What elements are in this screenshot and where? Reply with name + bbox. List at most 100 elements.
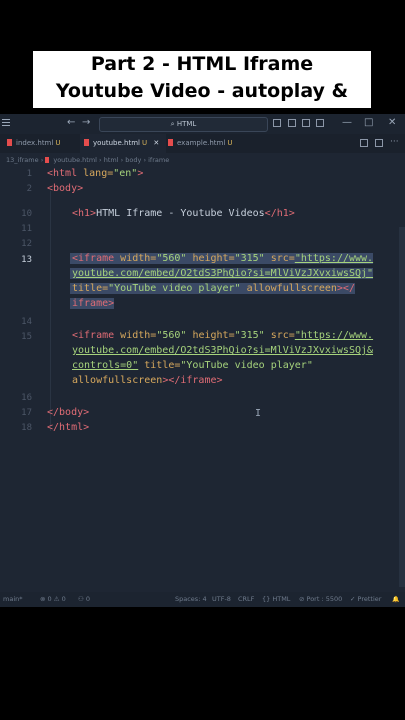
code-token: "315" (234, 330, 265, 341)
compare-icon[interactable] (360, 139, 368, 147)
code-token: lang= (77, 168, 114, 179)
layout-sidebar-icon[interactable] (273, 119, 281, 127)
code-token: <body> (47, 183, 84, 194)
editor-tab-bar: index.html U youtube.html U ✕ example.html… (0, 134, 405, 153)
line-number: 14 (21, 317, 32, 327)
code-token: "560" (156, 253, 187, 264)
code-line: youtube.com/embed/O2tdS3PhQio?si=MlViVzJ… (72, 345, 373, 356)
code-line: allowfullscreen></iframe> (72, 375, 223, 386)
command-search-input[interactable]: ⌕ HTML (99, 117, 268, 132)
code-token: src= (264, 253, 295, 264)
code-line-selected: title="YouTube video player" allowfullsc… (70, 283, 355, 294)
code-token: title= (72, 283, 109, 294)
git-branch[interactable]: main* (3, 592, 23, 607)
tab-example-html[interactable]: example.html U (166, 134, 248, 153)
layout-sidebar-right-icon[interactable] (302, 119, 310, 127)
code-line: </body> (47, 407, 89, 418)
code-token: </body> (47, 407, 90, 418)
text-cursor-icon: I (255, 408, 262, 419)
breadcrumb-body[interactable]: body (125, 156, 141, 164)
caption-line-1: Part 2 - HTML Iframe (90, 53, 314, 75)
code-token: <html (47, 168, 78, 179)
code-token: "315" (234, 253, 265, 264)
code-token: allowfullscreen (72, 375, 163, 386)
encoding-status[interactable]: UTF-8 (212, 592, 231, 607)
code-token: "YouTube video player" (180, 360, 313, 371)
close-tab-icon[interactable]: ✕ (153, 139, 159, 147)
code-token: ></iframe> (162, 375, 223, 386)
tab-label: index.html (16, 139, 54, 147)
maximize-button[interactable]: □ (364, 117, 373, 129)
tab-youtube-html[interactable]: youtube.html U ✕ (80, 134, 166, 153)
code-token: allowfullscreen (240, 283, 337, 294)
code-token: <iframe (72, 330, 115, 341)
breadcrumb-iframe[interactable]: iframe (148, 156, 169, 164)
back-arrow-icon[interactable]: ← (67, 118, 75, 128)
code-line: </html> (47, 422, 89, 433)
breadcrumb: 13_iframe › youtube.html › html › body ›… (0, 153, 405, 167)
line-number: 1 (26, 169, 32, 179)
code-line: <html lang="en"> (47, 168, 143, 179)
code-line-selected: iframe> (70, 298, 115, 309)
code-token: > (137, 168, 144, 179)
menu-icon[interactable] (2, 119, 10, 120)
problems-indicator[interactable]: ⊗ 0 ⚠ 0 (40, 592, 66, 607)
prettier-status[interactable]: ✓ Prettier (350, 592, 381, 607)
eol-status[interactable]: CRLF (238, 592, 254, 607)
editor-scrollbar[interactable] (399, 227, 405, 587)
breadcrumb-file[interactable]: youtube.html (53, 156, 97, 164)
code-token: <iframe (72, 253, 115, 264)
code-editor[interactable]: 1 2 10 11 12 13 14 15 16 17 18 <html lan… (0, 167, 405, 592)
status-bar: main* ⊗ 0 ⚠ 0 ⚇ 0 Spaces: 4 UTF-8 CRLF {… (0, 592, 405, 607)
notifications-bell-icon[interactable]: 🔔 (392, 592, 399, 607)
code-token: height= (186, 330, 235, 341)
code-token: height= (186, 253, 235, 264)
more-actions-icon[interactable]: ··· (390, 137, 399, 147)
line-number: 2 (26, 184, 32, 194)
code-token: "https://www. (294, 330, 374, 341)
breadcrumb-folder[interactable]: 13_iframe (6, 156, 39, 164)
layout-grid-icon[interactable] (316, 119, 324, 127)
code-token: "560" (156, 330, 187, 341)
code-token: <h1> (72, 208, 97, 219)
close-window-button[interactable]: ✕ (388, 117, 396, 129)
line-number: 11 (21, 224, 32, 234)
split-editor-icon[interactable] (375, 139, 383, 147)
breadcrumb-html[interactable]: html (104, 156, 119, 164)
code-token: controls=0" (72, 360, 139, 371)
ports-indicator[interactable]: ⚇ 0 (78, 592, 90, 607)
line-number: 12 (21, 239, 32, 249)
code-line-selected: <iframe width="560" height="315" src="ht… (70, 253, 374, 264)
html-file-icon (45, 157, 50, 163)
forward-arrow-icon[interactable]: → (82, 118, 90, 128)
live-server-port[interactable]: ⊘ Port : 5500 (299, 592, 342, 607)
code-token: width= (114, 330, 157, 341)
code-token: youtube.com/embed/O2tdS3PhQio?si=MlViVzJ… (72, 268, 374, 279)
title-bar: ← → ⌕ HTML — □ ✕ (0, 114, 405, 134)
indentation-status[interactable]: Spaces: 4 (175, 592, 207, 607)
code-token: width= (114, 253, 157, 264)
layout-panel-icon[interactable] (288, 119, 296, 127)
search-text: HTML (176, 120, 197, 128)
tab-index-html[interactable]: index.html U (5, 134, 79, 153)
html-file-icon (7, 139, 12, 146)
code-line-selected: youtube.com/embed/O2tdS3PhQio?si=MlViVzJ… (70, 268, 374, 279)
code-line: <h1>HTML Iframe - Youtube Videos</h1> (72, 208, 295, 219)
html-file-icon (84, 139, 89, 146)
code-token: "YouTube video player" (108, 283, 241, 294)
untracked-badge: U (141, 139, 148, 147)
code-line: <body> (47, 183, 83, 194)
line-number: 16 (21, 393, 32, 403)
tab-label: youtube.html (93, 139, 140, 147)
tab-label: example.html (177, 139, 226, 147)
language-mode[interactable]: {} HTML (262, 592, 290, 607)
indent-guide (50, 191, 51, 431)
minimize-button[interactable]: — (342, 117, 352, 129)
code-token: "https://www. (294, 253, 374, 264)
code-token: HTML Iframe - Youtube Videos (96, 208, 265, 219)
video-caption-banner: Part 2 - HTML Iframe Youtube Video - aut… (33, 51, 371, 129)
html-file-icon (168, 139, 173, 146)
code-token: src= (264, 330, 295, 341)
code-line: controls=0" title="YouTube video player" (72, 360, 313, 371)
untracked-badge: U (55, 139, 61, 147)
